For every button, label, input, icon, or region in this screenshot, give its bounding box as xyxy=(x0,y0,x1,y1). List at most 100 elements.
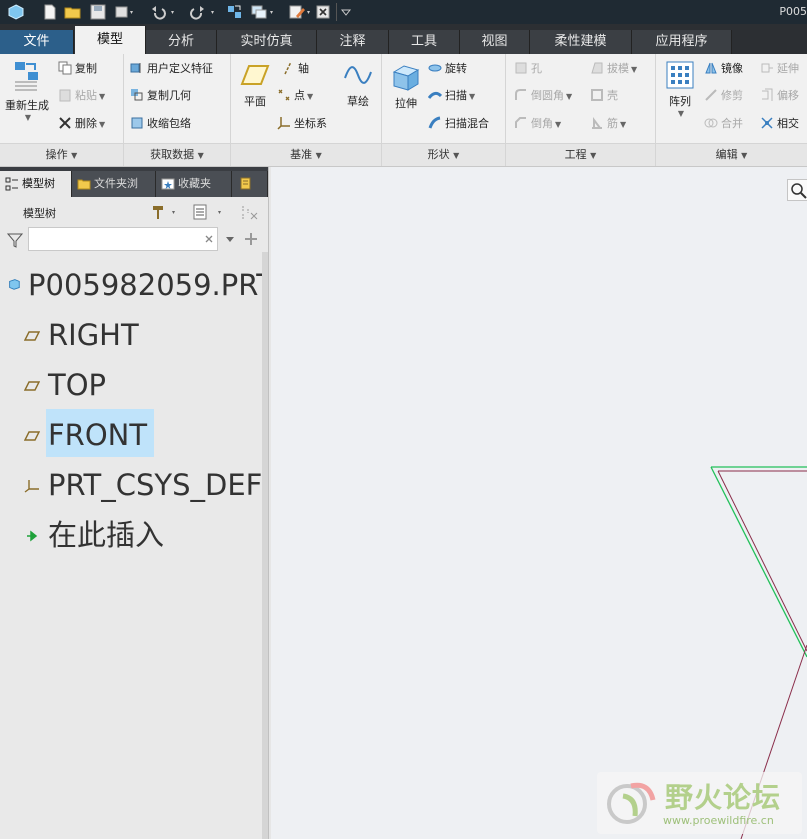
group-label-engineering[interactable]: 工程 ▼ xyxy=(506,143,655,166)
group-label-shapes[interactable]: 形状 ▼ xyxy=(382,143,505,166)
filter-icon[interactable] xyxy=(6,231,24,249)
udf-button[interactable]: 用户定义特征 xyxy=(130,61,213,77)
point-button[interactable]: 点 ▼ xyxy=(277,88,313,105)
sweep-button[interactable]: 扫描 ▼ xyxy=(428,88,475,105)
model-tree-search-input[interactable] xyxy=(28,227,218,251)
datum-plane-icon xyxy=(24,331,40,341)
delete-button[interactable]: 删除 ▼ xyxy=(58,116,105,133)
tab-applications[interactable]: 应用程序 xyxy=(632,30,732,54)
mirror-button[interactable]: 镜像 xyxy=(704,61,743,77)
tab-favorites[interactable]: 收藏夹 xyxy=(156,171,232,197)
offset-label: 偏移 xyxy=(777,89,799,102)
tree-item-part[interactable]: P005982059.PRT xyxy=(0,263,262,307)
offset-button[interactable]: 偏移 xyxy=(760,88,799,104)
sketch-button[interactable]: 草绘 xyxy=(339,60,377,109)
group-editing: 阵列 ▼ 镜像 修剪 合并 延伸 偏移 相交 编辑 ▼ xyxy=(656,54,807,166)
revolve-button[interactable]: 旋转 xyxy=(428,61,467,77)
extend-button[interactable]: 延伸 xyxy=(760,61,799,77)
draft-label: 拔模 xyxy=(607,62,629,75)
tree-item-label: RIGHT xyxy=(48,318,139,352)
pattern-button[interactable]: 阵列 ▼ xyxy=(660,60,700,118)
tab-model[interactable]: 模型 xyxy=(75,26,146,54)
regenerate-icon[interactable] xyxy=(226,4,244,20)
tab-tools[interactable]: 工具 xyxy=(389,30,460,54)
tab-flexible-modeling[interactable]: 柔性建模 xyxy=(530,30,632,54)
forum-logo-icon xyxy=(607,782,656,824)
regenerate-button[interactable]: 重新生成 ▼ xyxy=(2,58,52,122)
extrude-label: 拉伸 xyxy=(395,97,417,110)
tree-item-label: TOP xyxy=(48,368,107,402)
tab-model-tree[interactable]: 模型树 xyxy=(0,171,72,197)
windows-icon[interactable] xyxy=(250,4,278,20)
swept-blend-button[interactable]: 扫描混合 xyxy=(428,116,489,132)
settings-tools-icon[interactable] xyxy=(150,203,180,221)
datum-plane-icon xyxy=(240,65,270,85)
undo-icon[interactable] xyxy=(150,4,178,20)
copy-geometry-label: 复制几何 xyxy=(147,89,191,102)
redo-icon[interactable] xyxy=(190,4,218,20)
add-icon[interactable] xyxy=(243,231,259,247)
chamfer-icon xyxy=(515,117,526,128)
merge-label: 合并 xyxy=(721,117,743,130)
round-button[interactable]: 倒圆角 ▼ xyxy=(514,88,572,105)
show-list-icon[interactable] xyxy=(192,203,226,221)
axis-button[interactable]: 轴 xyxy=(281,61,309,77)
tree-item-label: PRT_CSYS_DEF xyxy=(48,468,262,502)
draft-button[interactable]: 拔模 ▼ xyxy=(590,61,637,78)
copy-label: 复制 xyxy=(75,62,97,75)
panel-scrollbar[interactable] xyxy=(262,252,268,839)
udf-label: 用户定义特征 xyxy=(147,62,213,75)
ribbon-tabs: 文件 模型 分析 实时仿真 注释 工具 视图 柔性建模 应用程序 xyxy=(0,24,807,54)
group-shapes: 拉伸 旋转 扫描 ▼ 扫描混合 形状 ▼ xyxy=(382,54,506,166)
tab-file[interactable]: 文件 xyxy=(0,30,74,54)
tree-item-label: P005982059.PRT xyxy=(28,268,262,302)
close-window-icon[interactable] xyxy=(316,4,330,20)
window-title: P005 xyxy=(779,5,807,18)
copy-geometry-button[interactable]: 复制几何 xyxy=(130,88,191,104)
tab-annotate[interactable]: 注释 xyxy=(317,30,389,54)
axis-icon xyxy=(284,61,292,75)
group-label-get-data[interactable]: 获取数据 ▼ xyxy=(124,143,230,166)
graphics-window[interactable] xyxy=(271,167,807,839)
merge-icon xyxy=(704,118,718,128)
new-file-icon[interactable] xyxy=(42,4,58,20)
shell-button[interactable]: 壳 xyxy=(590,88,618,104)
intersect-button[interactable]: 相交 xyxy=(760,116,799,132)
axis-label: 轴 xyxy=(298,62,309,75)
watermark-url: www.proewildfire.cn xyxy=(663,814,774,827)
clear-search-icon[interactable] xyxy=(203,233,215,245)
search-options-icon[interactable] xyxy=(224,233,236,245)
tree-item-label: FRONT xyxy=(48,418,148,452)
extrude-icon xyxy=(392,65,420,91)
edit-icon[interactable] xyxy=(288,4,314,20)
chamfer-button[interactable]: 倒角 ▼ xyxy=(514,116,561,133)
tab-live-simulation[interactable]: 实时仿真 xyxy=(217,30,317,54)
app-cube-icon xyxy=(8,4,24,20)
group-label-operations[interactable]: 操作 ▼ xyxy=(0,143,123,166)
group-label-datum[interactable]: 基准 ▼ xyxy=(231,143,381,166)
open-folder-icon[interactable] xyxy=(64,4,82,20)
tab-analysis[interactable]: 分析 xyxy=(146,30,217,54)
customize-dropdown-icon[interactable] xyxy=(340,4,352,20)
shrinkwrap-icon xyxy=(131,117,143,129)
merge-button[interactable]: 合并 xyxy=(704,116,743,132)
tree-item-csys[interactable]: PRT_CSYS_DEF xyxy=(0,463,262,507)
sketch-icon xyxy=(344,66,372,84)
tab-layers[interactable] xyxy=(232,171,268,197)
copy-button[interactable]: 复制 xyxy=(58,61,97,77)
tab-view[interactable]: 视图 xyxy=(460,30,530,54)
shrinkwrap-button[interactable]: 收缩包络 xyxy=(130,116,191,132)
tab-folder-browser[interactable]: 文件夹浏 xyxy=(72,171,156,197)
window-icon[interactable] xyxy=(114,4,136,20)
tree-filter-icon[interactable] xyxy=(240,203,260,221)
hole-button[interactable]: 孔 xyxy=(514,61,542,77)
model-tree-title: 模型树 xyxy=(23,207,56,220)
extrude-button[interactable]: 拉伸 xyxy=(386,60,426,111)
csys-button[interactable]: 坐标系 xyxy=(277,116,327,132)
save-icon[interactable] xyxy=(90,4,106,20)
paste-button[interactable]: 粘贴 ▼ xyxy=(58,88,105,105)
plane-button[interactable]: 平面 xyxy=(235,60,275,109)
trim-button[interactable]: 修剪 xyxy=(704,88,743,104)
group-label-editing[interactable]: 编辑 ▼ xyxy=(656,143,807,166)
rib-button[interactable]: 筋 ▼ xyxy=(590,116,626,133)
